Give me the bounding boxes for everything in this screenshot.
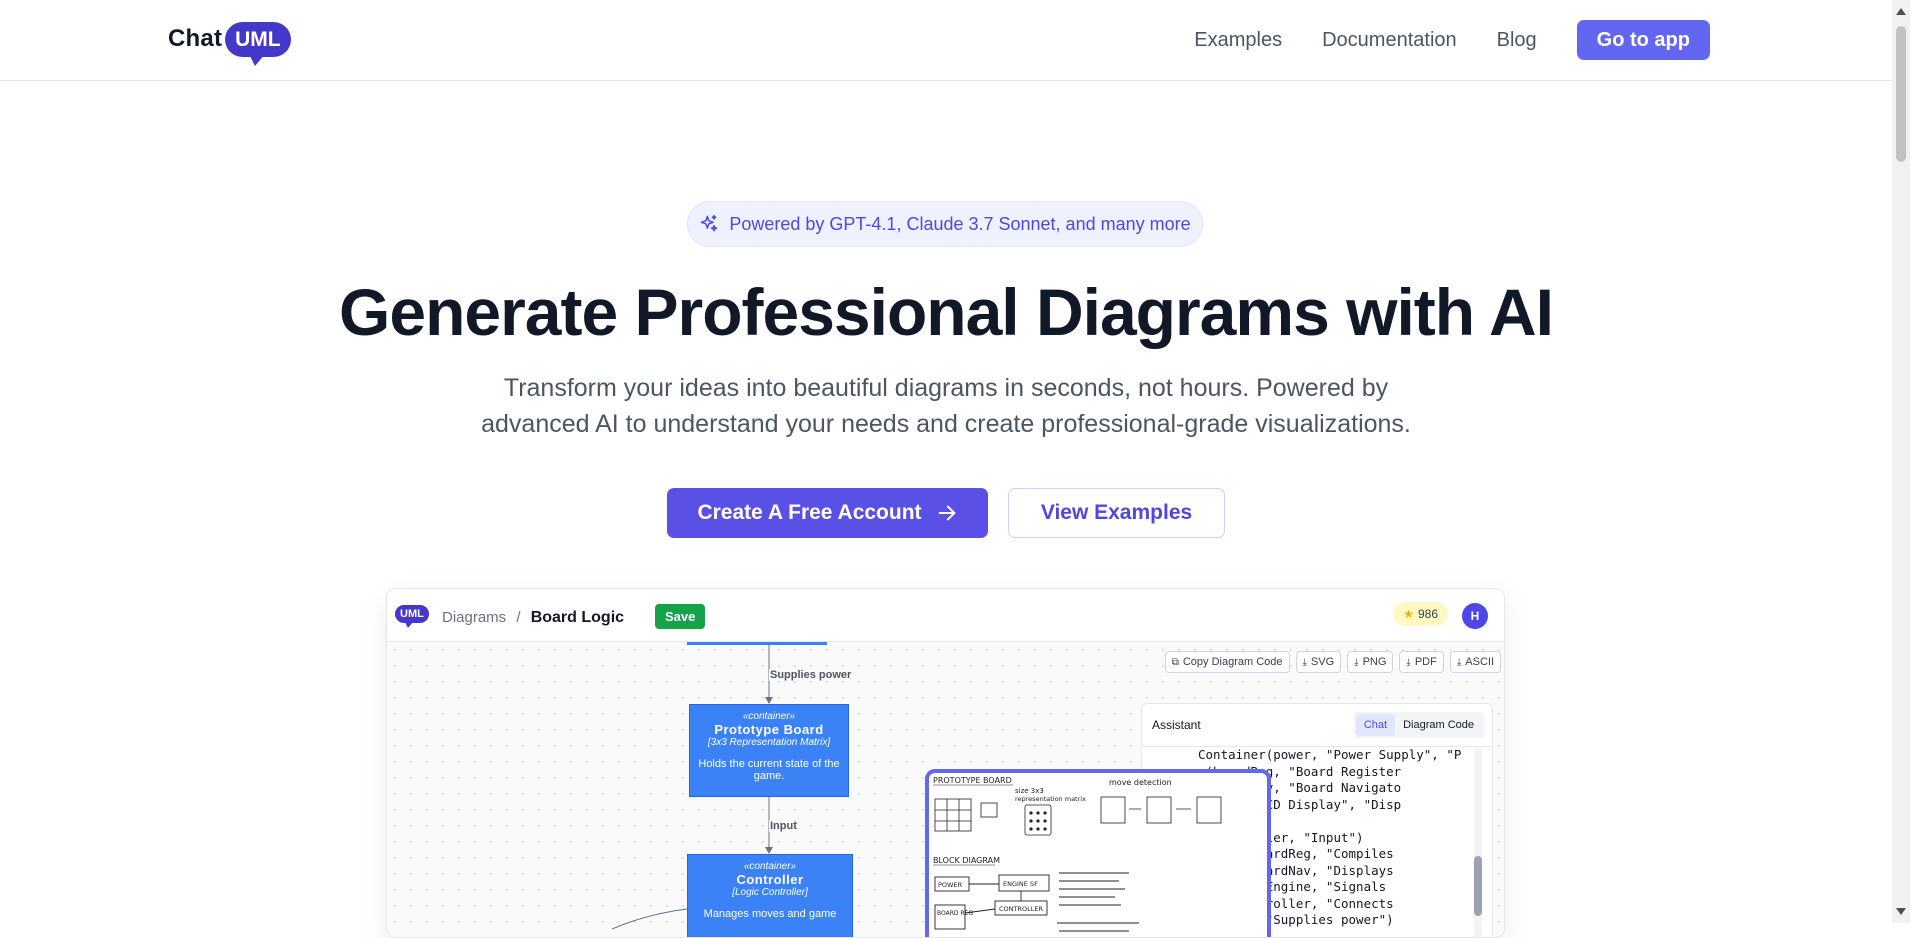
- scroll-up-arrow-icon[interactable]: [1896, 8, 1906, 15]
- subtitle-line-2: advanced AI to understand your needs and…: [481, 410, 1411, 438]
- copy-icon: ⧉: [1171, 656, 1179, 668]
- edge-label-supplies-power: Supplies power: [769, 669, 853, 681]
- ascii-label: ASCII: [1465, 656, 1494, 668]
- powered-by-badge: Powered by GPT-4.1, Claude 3.7 Sonnet, a…: [687, 201, 1203, 247]
- arrowhead-icon: [765, 847, 773, 854]
- assistant-title: Assistant: [1152, 718, 1201, 732]
- copy-code-label: Copy Diagram Code: [1182, 656, 1283, 668]
- logo-badge: UML: [225, 21, 291, 66]
- node-name: Controller: [736, 872, 804, 887]
- code-line: Container(power, "Power Supply", "P: [1198, 747, 1462, 762]
- node-controller[interactable]: «container» Controller [Logic Controller…: [687, 854, 853, 937]
- export-png-button[interactable]: ⤓ PNG: [1347, 651, 1394, 673]
- create-account-label: Create A Free Account: [697, 501, 922, 524]
- pdf-label: PDF: [1414, 656, 1437, 668]
- download-icon: ⤓: [1406, 656, 1411, 668]
- sketch-block-power: POWER: [938, 881, 963, 889]
- export-svg-button[interactable]: ⤓ SVG: [1295, 651, 1342, 673]
- svg-label: SVG: [1310, 656, 1335, 668]
- arrow-right-icon: [936, 502, 958, 524]
- download-icon: ⤓: [1354, 656, 1359, 668]
- sketch-note-size: size 3x3: [1015, 787, 1044, 795]
- main-nav: Examples Documentation Blog Go to app: [1194, 20, 1710, 60]
- tab-chat[interactable]: Chat: [1355, 714, 1396, 736]
- sketch-title-1: PROTOTYPE BOARD: [933, 776, 1012, 785]
- sketch-title-2: BLOCK DIAGRAM: [933, 856, 1000, 865]
- node-type: [3x3 Representation Matrix]: [707, 737, 831, 748]
- hero-subtitle: Transform your ideas into beautiful diag…: [446, 370, 1446, 442]
- page-scrollbar[interactable]: [1892, 0, 1910, 923]
- code-scrollbar-thumb[interactable]: [1474, 856, 1482, 916]
- page-title: Generate Professional Diagrams with AI: [339, 275, 1554, 349]
- nav-documentation[interactable]: Documentation: [1322, 20, 1457, 60]
- node-description: Holds the current state of the game.: [698, 758, 840, 782]
- download-icon: ⤓: [1456, 656, 1462, 668]
- sketch-note-repr: representation matrix: [1015, 795, 1086, 803]
- node-stereotype: «container»: [742, 711, 796, 722]
- arrowhead-icon: [765, 697, 773, 704]
- assistant-tabs: Chat Diagram Code: [1353, 712, 1484, 738]
- badge-text: Powered by GPT-4.1, Claude 3.7 Sonnet, a…: [729, 213, 1191, 234]
- export-pdf-button[interactable]: ⤓ PDF: [1399, 651, 1444, 673]
- site-logo[interactable]: Chat UML: [168, 14, 291, 66]
- scroll-down-arrow-icon[interactable]: [1896, 908, 1906, 915]
- node-stereotype: «container»: [743, 861, 797, 872]
- sketch-note-move: move detection: [1109, 778, 1172, 787]
- site-header: Chat UML Examples Documentation Blog Go …: [0, 0, 1892, 81]
- edge-label-input: Input: [769, 820, 798, 832]
- png-label: PNG: [1362, 656, 1387, 668]
- go-to-app-button[interactable]: Go to app: [1576, 20, 1710, 60]
- view-examples-button[interactable]: View Examples: [1008, 488, 1225, 538]
- sketch-block-controller: CONTROLLER: [999, 905, 1043, 913]
- nav-blog[interactable]: Blog: [1497, 20, 1537, 60]
- app-preview: UML Diagrams / Board Logic Save ★ 986 H S…: [386, 588, 1505, 938]
- export-ascii-button[interactable]: ⤓ ASCII: [1449, 651, 1501, 673]
- download-icon: ⤓: [1302, 656, 1307, 668]
- tab-diagram-code[interactable]: Diagram Code: [1395, 714, 1482, 736]
- export-toolbar: ⧉ Copy Diagram Code ⤓ SVG ⤓ PNG ⤓ PDF ⤓ ASCII: [1159, 651, 1501, 673]
- sketch-block-engine: ENGINE SF: [1003, 880, 1038, 888]
- nav-examples[interactable]: Examples: [1194, 20, 1282, 60]
- node-name: Prototype Board: [714, 722, 824, 737]
- sketch-drawing: PROTOTYPE BOARD size 3x3 representation …: [933, 776, 1222, 932]
- hand-drawn-sketch-card[interactable]: PROTOTYPE BOARD size 3x3 representation …: [925, 769, 1271, 937]
- node-prototype-board[interactable]: «container» Prototype Board [3x3 Represe…: [689, 704, 849, 797]
- copy-diagram-code-button[interactable]: ⧉ Copy Diagram Code: [1164, 651, 1290, 673]
- sketch-block-board-reg: BOARD REG: [937, 910, 973, 917]
- node-description: Manages moves and game: [703, 908, 837, 920]
- node-type: [Logic Controller]: [732, 887, 808, 898]
- subtitle-line-1: Transform your ideas into beautiful diag…: [503, 374, 1389, 402]
- scrollbar-thumb[interactable]: [1896, 26, 1906, 162]
- create-account-button[interactable]: Create A Free Account: [667, 488, 988, 538]
- logo-text: Chat: [168, 25, 223, 52]
- top-node-edge: [687, 642, 827, 645]
- sparkles-icon: [699, 214, 719, 234]
